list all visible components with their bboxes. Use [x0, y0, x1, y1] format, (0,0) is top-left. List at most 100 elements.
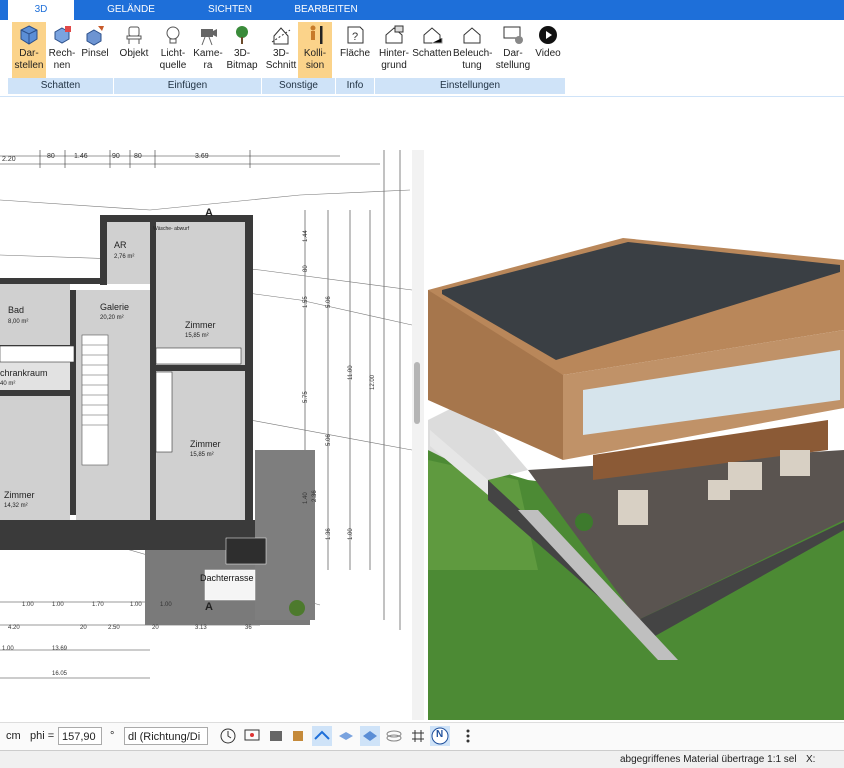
render-icon[interactable]	[266, 726, 286, 746]
darstellen-button[interactable]: Dar- stellen	[12, 22, 46, 80]
tab-gelaende[interactable]: GELÄNDE	[88, 0, 174, 20]
section-mark-top: A	[205, 207, 213, 219]
objekt-label: Objekt	[119, 48, 149, 59]
person-icon	[310, 25, 323, 44]
group-einfuegen: Einfügen	[114, 78, 262, 94]
room-zimmer1-area: 15,85 m²	[185, 333, 209, 339]
grid-icon[interactable]	[408, 726, 428, 746]
room-zimmer3-name: Zimmer	[4, 490, 35, 500]
floor-plan-drawing: 2.20 80 1.46 90 80 3.69 AR 2,76 m² Wäsch…	[0, 150, 412, 679]
dim-bottom-5: 4.20	[8, 625, 20, 631]
dim-right-8: 1.40	[303, 492, 309, 504]
dim-top-5: 3.69	[195, 153, 209, 160]
plan-scrollbar[interactable]	[412, 150, 424, 720]
3d-schnitt-button[interactable]: 3D- Schnitt	[264, 22, 298, 80]
degree-label: °	[110, 730, 115, 742]
floor-plan-view[interactable]: 2.20 80 1.46 90 80 3.69 AR 2,76 m² Wäsch…	[0, 150, 412, 720]
north-button[interactable]: N	[430, 726, 450, 746]
room-bad-name: Bad	[8, 305, 24, 315]
material-icon[interactable]	[288, 726, 308, 746]
3d-bitmap-button[interactable]: 3D- Bitmap	[224, 22, 260, 80]
dim-bottom-10: 36	[245, 625, 252, 631]
direction-select[interactable]: dl (Richtung/Di	[124, 727, 208, 745]
flaeche-label: Fläche	[339, 48, 370, 59]
darstellung-label: Dar- stellung	[495, 48, 531, 71]
room-galerie-name: Galerie	[100, 302, 129, 312]
cube-calc-icon	[54, 26, 71, 44]
group-info: Info	[336, 78, 375, 94]
phi-label: phi =	[30, 730, 55, 742]
room-zimmer2-name: Zimmer	[190, 439, 221, 449]
dim-top-2: 1.46	[74, 153, 88, 160]
dim-right-10: 1.36	[326, 528, 332, 540]
video-button[interactable]: Video	[534, 22, 562, 80]
dim-right-11: 1.00	[348, 528, 354, 540]
hintergrund-button[interactable]: Hinter- grund	[376, 22, 412, 80]
group-sonstige: Sonstige	[262, 78, 336, 94]
room-ar-name: AR	[114, 240, 127, 250]
tab-sichten[interactable]: SICHTEN	[190, 0, 270, 20]
tab-bearbeiten[interactable]: BEARBEITEN	[288, 0, 364, 20]
dim-bottom-13: 16.05	[52, 671, 68, 677]
room-bad-area: 8,00 m²	[8, 319, 28, 325]
3d-bitmap-label: 3D- Bitmap	[226, 48, 258, 71]
more-icon[interactable]	[458, 726, 478, 746]
phi-input[interactable]: 157,90	[58, 727, 102, 745]
dim-right-2: 1.55	[303, 296, 309, 308]
chair-icon	[126, 26, 142, 44]
dim-right-4: 5.75	[303, 391, 309, 403]
dim-bottom-9: 3.13	[195, 625, 207, 631]
house-bg-icon	[385, 25, 404, 44]
workspace-header	[0, 97, 844, 150]
darstellung-button[interactable]: Dar- stellung	[493, 22, 533, 80]
dim-bottom-3: 1.00	[130, 602, 142, 608]
cut-icon	[271, 27, 291, 45]
plan-scrollbar-thumb[interactable]	[414, 362, 420, 424]
monitor-icon[interactable]	[242, 726, 262, 746]
room-galerie-area: 20,20 m²	[100, 315, 124, 321]
group-schatten: Schatten	[8, 78, 114, 94]
coord-x-label: X:	[806, 754, 816, 765]
room-schrankraum-name: chrankraum	[0, 368, 48, 378]
video-label: Video	[535, 48, 561, 59]
dim-bottom-12: 1.00	[2, 646, 14, 652]
kollision-label: Kolli- sion	[303, 48, 327, 71]
clock-icon[interactable]	[218, 726, 238, 746]
pinsel-button[interactable]: Pinsel	[80, 22, 110, 80]
room-zimmer3-area: 14,32 m²	[4, 503, 28, 509]
dim-top-1: 80	[47, 153, 55, 160]
3d-view[interactable]	[428, 150, 844, 720]
beleuchtung-button[interactable]: Beleuch- tung	[453, 22, 493, 80]
beleuchtung-label: Beleuch- tung	[453, 48, 493, 71]
tab-3d[interactable]: 3D	[8, 0, 74, 20]
kollision-button[interactable]: Kolli- sion	[298, 22, 332, 80]
camera-icon	[201, 29, 217, 46]
dim-right-0: 1.44	[303, 230, 309, 242]
schatten-button[interactable]: Schatten	[412, 22, 452, 80]
dim-right-9: 2.36	[312, 490, 318, 502]
roof-view-icon[interactable]	[312, 726, 332, 746]
section-mark-bottom: A	[205, 601, 213, 613]
stack-icon[interactable]	[384, 726, 404, 746]
ribbon-tab-bar: 3D GELÄNDE SICHTEN BEARBEITEN	[0, 0, 844, 20]
objekt-button[interactable]: Objekt	[117, 22, 151, 80]
room-dachterrasse-name: Dachterrasse	[200, 573, 254, 583]
layers-icon[interactable]	[336, 726, 356, 746]
schatten-label: Schatten	[412, 48, 452, 59]
area-info-icon: ?	[347, 26, 364, 44]
lichtquelle-button[interactable]: Licht- quelle	[155, 22, 191, 80]
washer-label: Wäsche- abwurf	[153, 226, 190, 232]
kamera-label: Kame- ra	[193, 48, 223, 71]
cube-icon	[20, 25, 38, 45]
kamera-button[interactable]: Kame- ra	[192, 22, 224, 80]
rechnen-button[interactable]: Rech- nen	[46, 22, 78, 80]
dim-bottom-1: 1.00	[52, 602, 64, 608]
group-einstellungen: Einstellungen	[375, 78, 566, 94]
brush-cube-icon	[86, 26, 104, 46]
tree-icon	[236, 26, 248, 44]
unit-label: cm	[6, 730, 21, 742]
dim-bottom-11: 13.69	[52, 646, 68, 652]
plane-icon[interactable]	[360, 726, 380, 746]
flaeche-button[interactable]: ? Fläche	[338, 22, 372, 80]
dim-right-1: 80	[303, 265, 309, 272]
